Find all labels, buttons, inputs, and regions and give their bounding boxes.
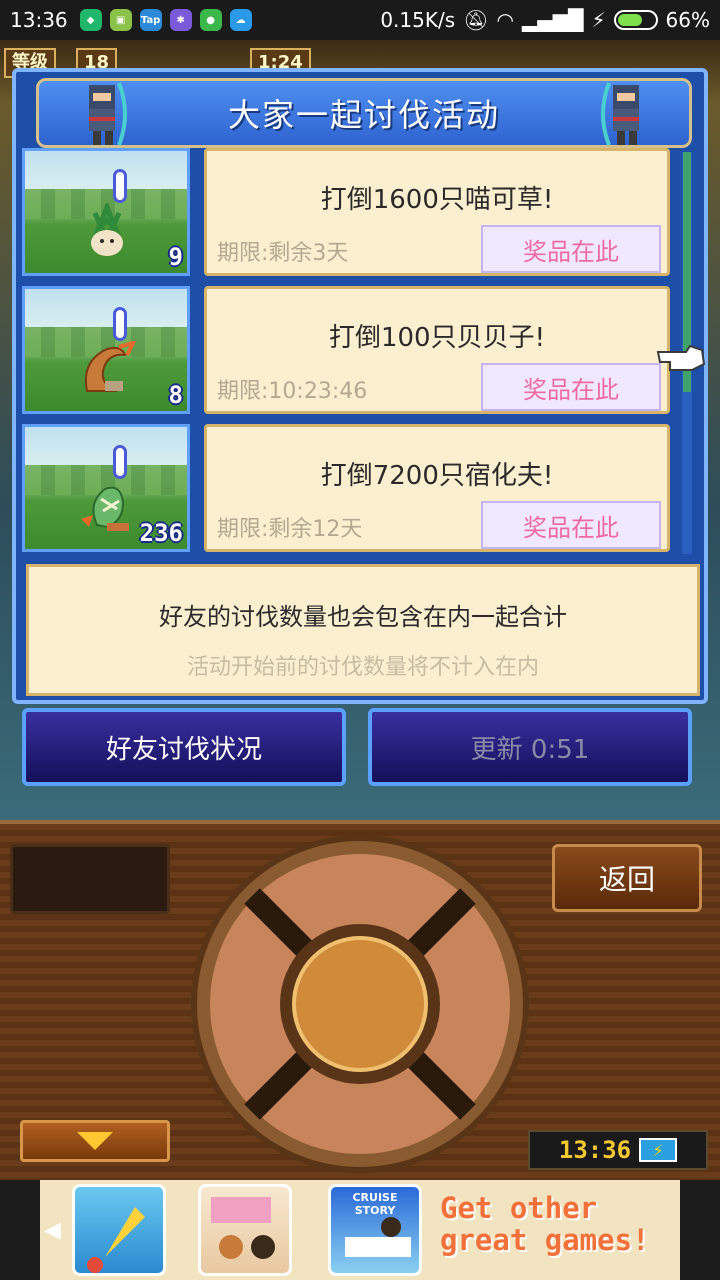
event-count: 9 [168,243,183,271]
characters-icon [211,1197,275,1259]
exclamation-icon [113,169,127,203]
event-count: 8 [168,381,183,409]
event-card: 打倒7200只宿化夫! 期限:剩余12天 奖品在此 [204,424,670,552]
event-row: 9 打倒1600只喵可草! 期限:剩余3天 奖品在此 [22,146,672,278]
rocket-icon [87,1207,145,1273]
hermit-crab-monster-icon [81,486,129,531]
ad-game-tile[interactable]: CRUISE STORY [328,1184,422,1276]
ad-game-tile[interactable] [198,1184,292,1276]
dpad-control[interactable] [190,834,530,1174]
status-time: 13:36 [10,8,68,32]
back-button[interactable]: 返回 [552,844,702,912]
menu-slot [10,844,170,914]
event-row: 236 打倒7200只宿化夫! 期限:剩余12天 奖品在此 [22,422,672,554]
refresh-button[interactable]: 更新 0:51 [368,708,692,786]
dialog-title: 大家一起讨伐活动 [227,96,500,134]
friends-status-button[interactable]: 好友讨伐状况 [22,708,346,786]
control-panel: 返回 13:36 ⚡︎ [0,820,720,1180]
event-row: 8 打倒100只贝贝子! 期限:10:23:46 奖品在此 [22,284,672,416]
grass-monster-icon [91,203,123,256]
signal-icon: ▂▄▆█ [521,8,584,32]
event-card: 打倒1600只喵可草! 期限:剩余3天 奖品在此 [204,148,670,276]
info-text: 好友的讨伐数量也会包含在内一起合计 [159,603,567,631]
mute-icon: 🔕︎ [463,8,489,32]
ad-prev-arrow-icon[interactable]: ◀ [44,1218,61,1243]
event-deadline: 期限:10:23:46 [217,379,368,404]
status-bar: 13:36 ◆ ▣ Tap ✱ ● ☁ 0.15K/s 🔕︎ ◠ ▂▄▆█ ⚡︎… [0,0,720,40]
info-box: 好友的讨伐数量也会包含在内一起合计 活动开始前的讨伐数量将不计入在内 [26,564,700,696]
network-speed: 0.15K/s [380,8,456,32]
battery-percent: 66% [665,8,710,32]
event-list[interactable]: 9 打倒1600只喵可草! 期限:剩余3天 奖品在此 8 打倒100只贝贝子! … [22,146,682,554]
event-title: 打倒100只贝贝子! [328,323,546,353]
battery-icon [613,10,658,30]
shield-icon: ◆ [79,9,102,31]
ninja-archer-icon [89,82,127,146]
event-dialog: 大家一起讨伐活动 9 打倒1600只喵可草! 期限:剩余3天 奖品在此 8 打倒… [12,68,708,704]
android-icon: ▣ [109,9,132,31]
prize-button[interactable]: 奖品在此 [481,501,661,549]
battery-level [617,14,642,26]
chat-icon: ● [199,9,222,31]
event-count: 236 [139,519,183,547]
event-thumbnail: 8 [22,286,190,414]
panel-clock-time: 13:36 [558,1136,632,1164]
event-deadline: 期限:剩余3天 [217,241,349,266]
event-thumbnail: 236 [22,424,190,552]
event-title: 打倒7200只宿化夫! [320,461,554,491]
pinwheel-icon: ✱ [169,9,192,31]
arrow-down-icon [77,1132,113,1150]
event-deadline: 期限:剩余12天 [217,517,363,542]
exclamation-icon [113,445,127,479]
event-thumbnail: 9 [22,148,190,276]
wifi-icon: ◠ [496,8,514,32]
charging-icon: ⚡︎ [591,8,606,32]
tap-icon: Tap [139,9,162,31]
event-title: 打倒1600只喵可草! [320,185,554,215]
ad-game-tile[interactable] [72,1184,166,1276]
prize-button[interactable]: 奖品在此 [481,363,661,411]
ad-banner[interactable]: ◀ CRUISE STORY Get other great games! [0,1180,720,1280]
ad-text[interactable]: Get other great games! [440,1192,676,1256]
panel-clock: 13:36 ⚡︎ [528,1130,708,1170]
dialog-header: 大家一起讨伐活动 [36,78,692,148]
notification-icons: ◆ ▣ Tap ✱ ● ☁ [79,9,252,31]
cloud-icon: ☁ [229,9,252,31]
event-card: 打倒100只贝贝子! 期限:10:23:46 奖品在此 [204,286,670,414]
shell-monster-icon [85,341,137,392]
info-note: 活动开始前的讨伐数量将不计入在内 [186,655,539,680]
ninja-archer-icon [601,82,639,146]
ad-tile-label: CRUISE STORY [352,1191,398,1217]
prize-button[interactable]: 奖品在此 [481,225,661,273]
exclamation-icon [113,307,127,341]
pointing-hand-icon [656,344,706,371]
energy-icon: ⚡︎ [639,1138,678,1162]
scroll-down-button[interactable] [20,1120,170,1162]
